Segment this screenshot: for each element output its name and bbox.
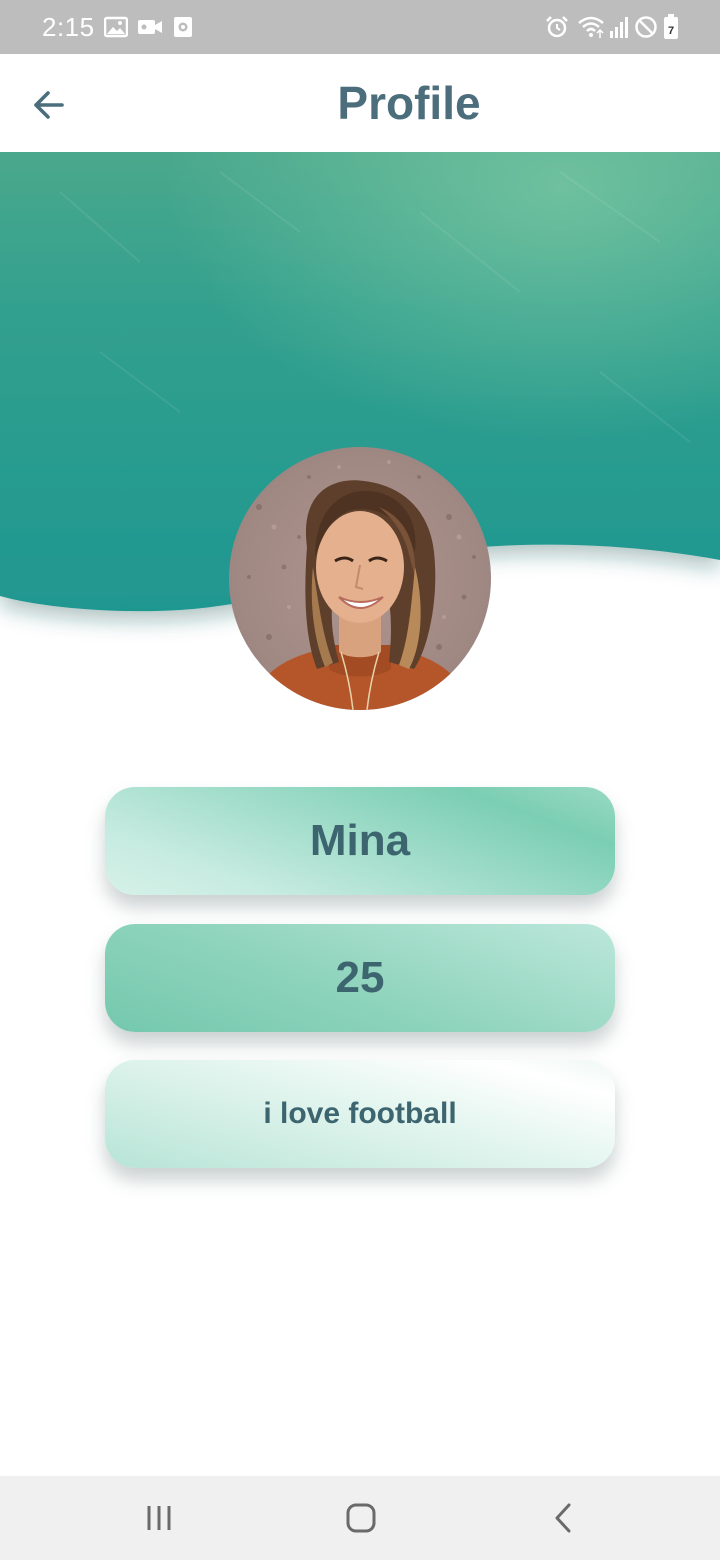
avatar[interactable] bbox=[229, 447, 491, 710]
age-card: 25 bbox=[105, 924, 615, 1032]
home-icon bbox=[346, 1503, 376, 1533]
screen-record-icon bbox=[174, 17, 192, 37]
nav-back-button[interactable] bbox=[538, 1494, 588, 1542]
bio-card: i love football bbox=[105, 1060, 615, 1168]
recent-apps-icon bbox=[147, 1506, 171, 1530]
signal-icon bbox=[610, 17, 628, 38]
bio-text: i love football bbox=[263, 1097, 457, 1130]
wifi-icon bbox=[578, 16, 604, 38]
page-title: Profile bbox=[337, 77, 481, 129]
video-camera-icon bbox=[138, 20, 162, 34]
battery-icon: 7 bbox=[664, 14, 678, 39]
name-text: Mina bbox=[309, 816, 411, 865]
recent-apps-button[interactable] bbox=[134, 1494, 184, 1542]
profile-screen: 2:15 7 Profile Mina 25 i love football bbox=[0, 0, 720, 1560]
alarm-icon bbox=[546, 16, 568, 38]
app-bar: Profile bbox=[0, 54, 720, 152]
navigation-bar bbox=[0, 1476, 720, 1560]
status-bar: 2:15 7 bbox=[0, 0, 720, 54]
profile-photo bbox=[229, 447, 491, 710]
do-not-disturb-icon bbox=[635, 16, 657, 38]
battery-level: 7 bbox=[668, 25, 674, 37]
back-icon bbox=[555, 1503, 571, 1533]
home-button[interactable] bbox=[336, 1494, 386, 1542]
gallery-icon bbox=[104, 16, 128, 38]
name-card: Mina bbox=[105, 787, 615, 895]
status-time: 2:15 bbox=[42, 12, 95, 42]
age-text: 25 bbox=[335, 953, 385, 1002]
